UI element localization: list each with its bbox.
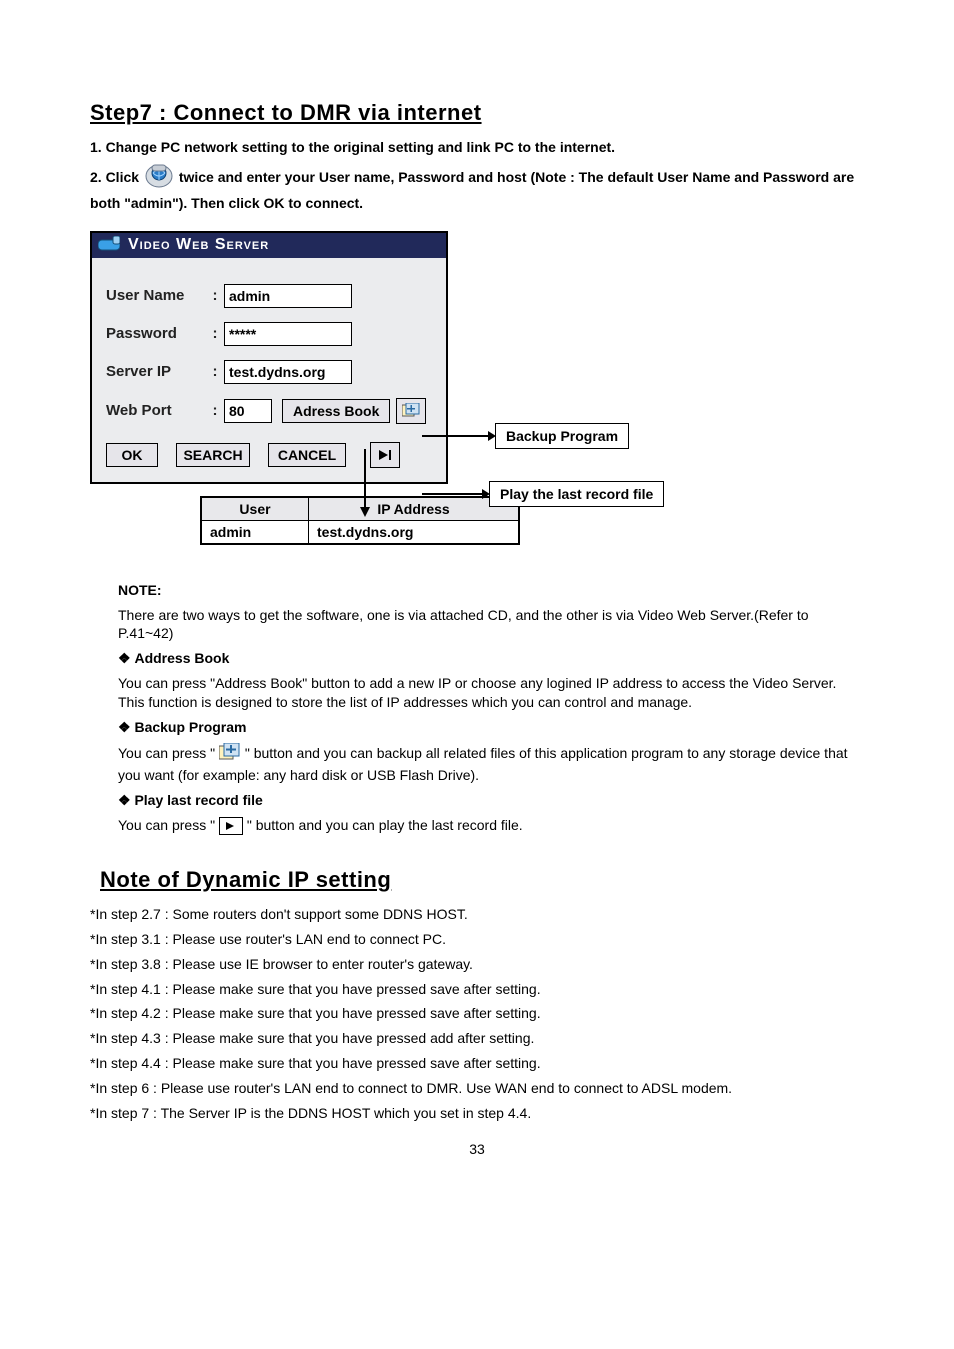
page-number: 33 bbox=[90, 1141, 864, 1157]
step7-line2-pre: 2. Click bbox=[90, 169, 143, 185]
play-inline-icon bbox=[219, 817, 243, 835]
ok-button[interactable]: OK bbox=[106, 443, 158, 467]
search-button[interactable]: SEARCH bbox=[176, 443, 250, 467]
addr-td-user: admin bbox=[201, 520, 309, 544]
dyn-line: *In step 4.1 : Please make sure that you… bbox=[90, 980, 864, 999]
play-heading: Play last record file bbox=[118, 791, 864, 810]
dyn-line: *In step 3.8 : Please use IE browser to … bbox=[90, 955, 864, 974]
dyn-line: *In step 4.2 : Please make sure that you… bbox=[90, 1004, 864, 1023]
camera-icon bbox=[98, 236, 128, 255]
backup-icon-button[interactable] bbox=[396, 398, 426, 424]
step7-line2-post: twice and enter your User name, Password… bbox=[90, 169, 854, 211]
address-book-button[interactable]: Adress Book bbox=[282, 399, 390, 423]
step7-line2: 2. Click twice and enter your User name,… bbox=[90, 163, 864, 213]
note-heading: NOTE: bbox=[118, 581, 864, 600]
backup-callout: Backup Program bbox=[495, 423, 629, 449]
addressbook-body: You can press "Address Book" button to a… bbox=[118, 674, 864, 712]
dyn-line: *In step 6 : Please use router's LAN end… bbox=[90, 1079, 864, 1098]
folder-copy-icon bbox=[402, 403, 420, 419]
camera-globe-icon bbox=[143, 163, 175, 194]
backup-body: You can press " " button and you can bac… bbox=[118, 743, 864, 785]
dyn-line: *In step 2.7 : Some routers don't suppor… bbox=[90, 905, 864, 924]
play-icon-button[interactable] bbox=[370, 442, 400, 468]
dialog-titlebar: Video Web Server bbox=[92, 233, 446, 258]
play-callout: Play the last record file bbox=[489, 481, 664, 507]
username-label: User Name bbox=[106, 287, 206, 304]
webport-label: Web Port bbox=[106, 402, 206, 419]
serverip-label: Server IP bbox=[106, 363, 206, 380]
step7-heading: Step7 : Connect to DMR via internet bbox=[90, 100, 864, 126]
arrow-to-play bbox=[422, 487, 496, 501]
dyn-line: *In step 3.1 : Please use router's LAN e… bbox=[90, 930, 864, 949]
dynamic-ip-heading: Note of Dynamic IP setting bbox=[100, 867, 864, 893]
dyn-line: *In step 7 : The Server IP is the DDNS H… bbox=[90, 1104, 864, 1123]
arrow-to-backup bbox=[422, 429, 502, 443]
password-label: Password bbox=[106, 325, 206, 342]
webport-input[interactable] bbox=[224, 399, 272, 423]
play-icon bbox=[377, 449, 393, 461]
play-body: You can press " " button and you can pla… bbox=[118, 816, 864, 835]
arrow-addressbook-down bbox=[358, 449, 372, 519]
video-web-server-dialog: Video Web Server User Name : Password : … bbox=[90, 231, 448, 484]
username-input[interactable] bbox=[224, 284, 352, 308]
cancel-button[interactable]: CANCEL bbox=[268, 443, 346, 467]
note-body: There are two ways to get the software, … bbox=[118, 606, 864, 644]
dialog-title: Video Web Server bbox=[128, 236, 269, 254]
folder-copy-inline-icon bbox=[219, 743, 241, 766]
addr-th-user: User bbox=[201, 497, 309, 521]
backup-heading: Backup Program bbox=[118, 718, 864, 737]
addr-td-ip: test.dydns.org bbox=[309, 520, 520, 544]
addressbook-heading: Address Book bbox=[118, 649, 864, 668]
step7-line1: 1. Change PC network setting to the orig… bbox=[90, 138, 864, 157]
password-input[interactable] bbox=[224, 322, 352, 346]
dyn-line: *In step 4.4 : Please make sure that you… bbox=[90, 1054, 864, 1073]
serverip-input[interactable] bbox=[224, 360, 352, 384]
dyn-line: *In step 4.3 : Please make sure that you… bbox=[90, 1029, 864, 1048]
